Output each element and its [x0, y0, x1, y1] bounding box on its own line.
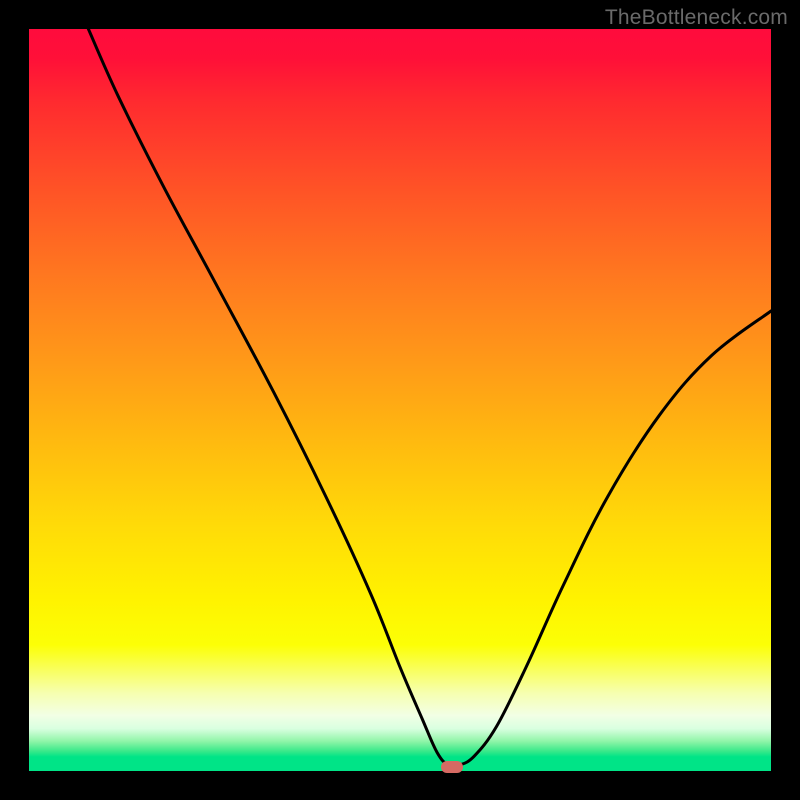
bottleneck-curve — [88, 29, 771, 767]
chart-frame: TheBottleneck.com — [0, 0, 800, 800]
watermark-text: TheBottleneck.com — [605, 6, 788, 30]
plot-area — [29, 29, 771, 771]
optimum-marker — [441, 761, 463, 773]
curve-layer — [29, 29, 771, 771]
